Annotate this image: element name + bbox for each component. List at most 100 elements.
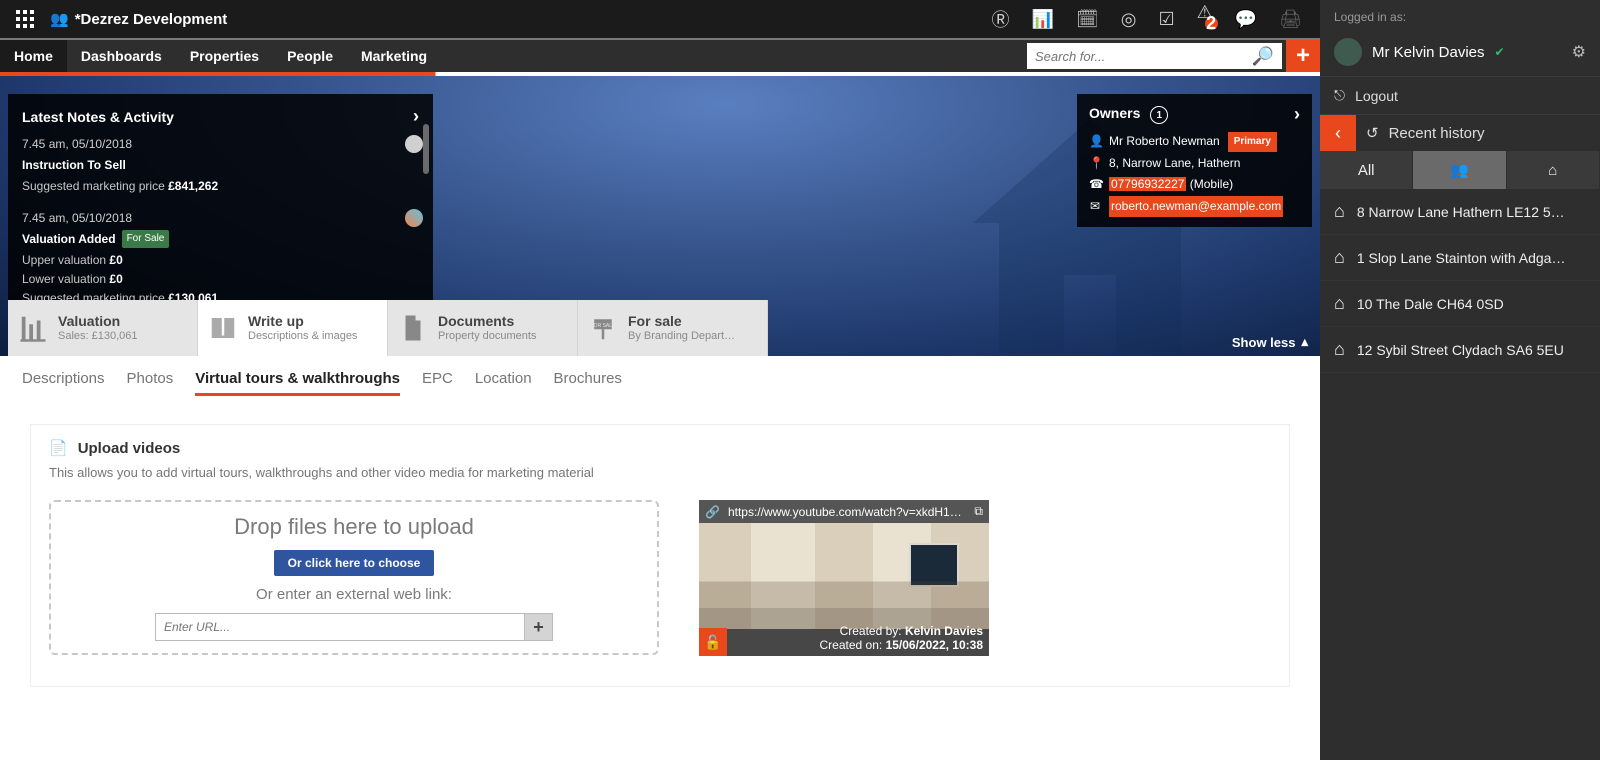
back-button[interactable]: ‹ <box>1320 115 1356 151</box>
chevron-up-icon: ▴ <box>1301 334 1308 350</box>
book-icon <box>208 313 238 343</box>
primary-badge: Primary <box>1228 132 1277 152</box>
person-icon: 👤 <box>1089 131 1101 153</box>
reports-icon[interactable]: Ⓡ <box>991 6 1009 32</box>
subtab-photos[interactable]: Photos <box>127 370 174 396</box>
history-filters: All 👥 ⌂ <box>1320 151 1600 189</box>
history-item[interactable]: ⌂1 Slop Lane Stainton with Adga… <box>1320 235 1600 281</box>
subtab-brochures[interactable]: Brochures <box>554 370 622 396</box>
copy-icon[interactable]: ⧉ <box>974 504 983 519</box>
filter-all[interactable]: All <box>1320 151 1413 189</box>
dropzone[interactable]: Drop files here to upload Or click here … <box>49 500 659 655</box>
owner-name: Mr Roberto Newman <box>1109 131 1220 153</box>
chat-icon[interactable]: 💬 <box>1235 9 1257 30</box>
recent-history-label: Recent history <box>1389 125 1485 142</box>
current-user[interactable]: Mr Kelvin Davies ✔ ⚙ <box>1320 34 1600 76</box>
writeup-subtabs: Descriptions Photos Virtual tours & walk… <box>0 356 1320 410</box>
tasks-icon[interactable]: ☑ <box>1158 9 1174 30</box>
target-icon[interactable]: ◎ <box>1121 9 1137 30</box>
house-icon: ⌂ <box>1548 162 1557 179</box>
house-icon: ⌂ <box>1334 247 1345 268</box>
logged-in-label: Logged in as: <box>1320 0 1600 34</box>
owner-email[interactable]: roberto.newman@example.com <box>1109 196 1283 218</box>
add-button[interactable]: + <box>1286 40 1320 72</box>
video-thumbnail <box>699 523 989 629</box>
nav-people[interactable]: People <box>273 40 347 72</box>
house-icon: ⌂ <box>1334 293 1345 314</box>
choose-file-button[interactable]: Or click here to choose <box>274 550 435 576</box>
add-url-button[interactable]: + <box>525 613 553 641</box>
main-nav: Home Dashboards Properties People Market… <box>0 38 1320 72</box>
pin-icon: 📍 <box>1089 153 1101 175</box>
upload-icon: 📄 <box>49 439 68 457</box>
notes-expand-icon[interactable]: › <box>413 106 419 127</box>
subtab-descriptions[interactable]: Descriptions <box>22 370 105 396</box>
search-icon[interactable]: 🔍 <box>1252 46 1274 67</box>
subtab-location[interactable]: Location <box>475 370 532 396</box>
app-title: 👥 *Dezrez Development <box>50 10 227 28</box>
video-meta: Created by: Kelvin Davies Created on: 15… <box>820 624 983 652</box>
owners-expand-icon[interactable]: › <box>1294 104 1300 125</box>
side-panel: Logged in as: Mr Kelvin Davies ✔ ⚙ ⎋ Log… <box>1320 0 1600 760</box>
nav-marketing[interactable]: Marketing <box>347 40 441 72</box>
owners-count: 1 <box>1150 106 1168 124</box>
history-item[interactable]: ⌂10 The Dale CH64 0SD <box>1320 281 1600 327</box>
dropzone-or-label: Or enter an external web link: <box>256 586 452 603</box>
tab-valuation[interactable]: ValuationSales: £130,061 <box>8 300 198 356</box>
notes-scrollbar[interactable] <box>423 124 429 174</box>
subtab-virtual-tours[interactable]: Virtual tours & walkthroughs <box>195 370 400 396</box>
owner-address: 8, Narrow Lane, Hathern <box>1109 153 1240 175</box>
top-bar: 👥 *Dezrez Development Ⓡ 📊 🗓 ◎ ☑ ⚠2 💬 🖨 <box>0 0 1320 38</box>
history-item[interactable]: ⌂12 Sybil Street Clydach SA6 5EU <box>1320 327 1600 373</box>
upload-title: Upload videos <box>78 440 181 457</box>
chart-icon[interactable]: 📊 <box>1031 9 1053 30</box>
calendar-icon[interactable]: 🗓 <box>1076 9 1099 30</box>
note-avatar <box>405 209 423 227</box>
nav-properties[interactable]: Properties <box>176 40 273 72</box>
people-icon: 👥 <box>1450 161 1469 179</box>
hero: Latest Notes & Activity › 7.45 am, 05/10… <box>0 76 1320 356</box>
apps-grid-icon[interactable] <box>8 2 42 36</box>
show-less-toggle[interactable]: Show less ▴ <box>1232 334 1308 350</box>
tab-documents[interactable]: DocumentsProperty documents <box>388 300 578 356</box>
note-item[interactable]: 7.45 am, 05/10/2018 Instruction To Sell … <box>22 135 419 197</box>
search-input[interactable] <box>1035 49 1252 64</box>
house-icon: ⌂ <box>1334 201 1345 222</box>
svg-text:FOR SALE: FOR SALE <box>591 323 616 329</box>
org-icon: 👥 <box>50 10 69 28</box>
link-icon: 🔗 <box>705 505 720 519</box>
print-icon[interactable]: 🖨 <box>1279 9 1302 30</box>
filter-people[interactable]: 👥 <box>1413 151 1506 189</box>
owners-panel: Owners 1 › 👤Mr Roberto Newman Primary 📍8… <box>1077 94 1312 227</box>
user-avatar <box>1334 38 1362 66</box>
unlock-icon[interactable]: 🔓 <box>699 628 727 656</box>
gear-icon[interactable]: ⚙ <box>1572 42 1586 62</box>
nav-dashboards[interactable]: Dashboards <box>67 40 176 72</box>
dropzone-title: Drop files here to upload <box>234 514 474 540</box>
module-tabs: ValuationSales: £130,061 Write upDescrip… <box>8 300 768 356</box>
sale-sign-icon: FOR SALE <box>588 313 618 343</box>
external-url-input[interactable] <box>155 613 525 641</box>
history-icon: ↺ <box>1366 124 1379 142</box>
email-icon: ✉ <box>1089 196 1101 218</box>
valuation-icon <box>18 313 48 343</box>
note-item[interactable]: 7.45 am, 05/10/2018 Valuation Added For … <box>22 209 419 309</box>
logout-button[interactable]: ⎋ Logout <box>1320 76 1600 115</box>
filter-property[interactable]: ⌂ <box>1507 151 1600 189</box>
history-item[interactable]: ⌂8 Narrow Lane Hathern LE12 5… <box>1320 189 1600 235</box>
global-search[interactable]: 🔍 <box>1027 43 1282 69</box>
owner-phone[interactable]: 07796932227 <box>1109 177 1186 191</box>
video-card[interactable]: 🔗 https://www.youtube.com/watch?v=xkdH1x… <box>699 500 989 656</box>
phone-icon: ☎ <box>1089 174 1101 196</box>
subtab-epc[interactable]: EPC <box>422 370 453 396</box>
tab-forsale[interactable]: FOR SALE For saleBy Branding Depart… <box>578 300 768 356</box>
nav-home[interactable]: Home <box>0 40 67 72</box>
upload-description: This allows you to add virtual tours, wa… <box>49 465 1271 480</box>
user-name: Mr Kelvin Davies <box>1372 44 1485 61</box>
house-icon: ⌂ <box>1334 339 1345 360</box>
verified-icon: ✔ <box>1495 45 1505 59</box>
tab-writeup[interactable]: Write upDescriptions & images <box>198 300 388 356</box>
note-avatar <box>405 135 423 153</box>
alerts-icon[interactable]: ⚠2 <box>1197 2 1213 36</box>
logout-icon: ⎋ <box>1334 87 1345 104</box>
